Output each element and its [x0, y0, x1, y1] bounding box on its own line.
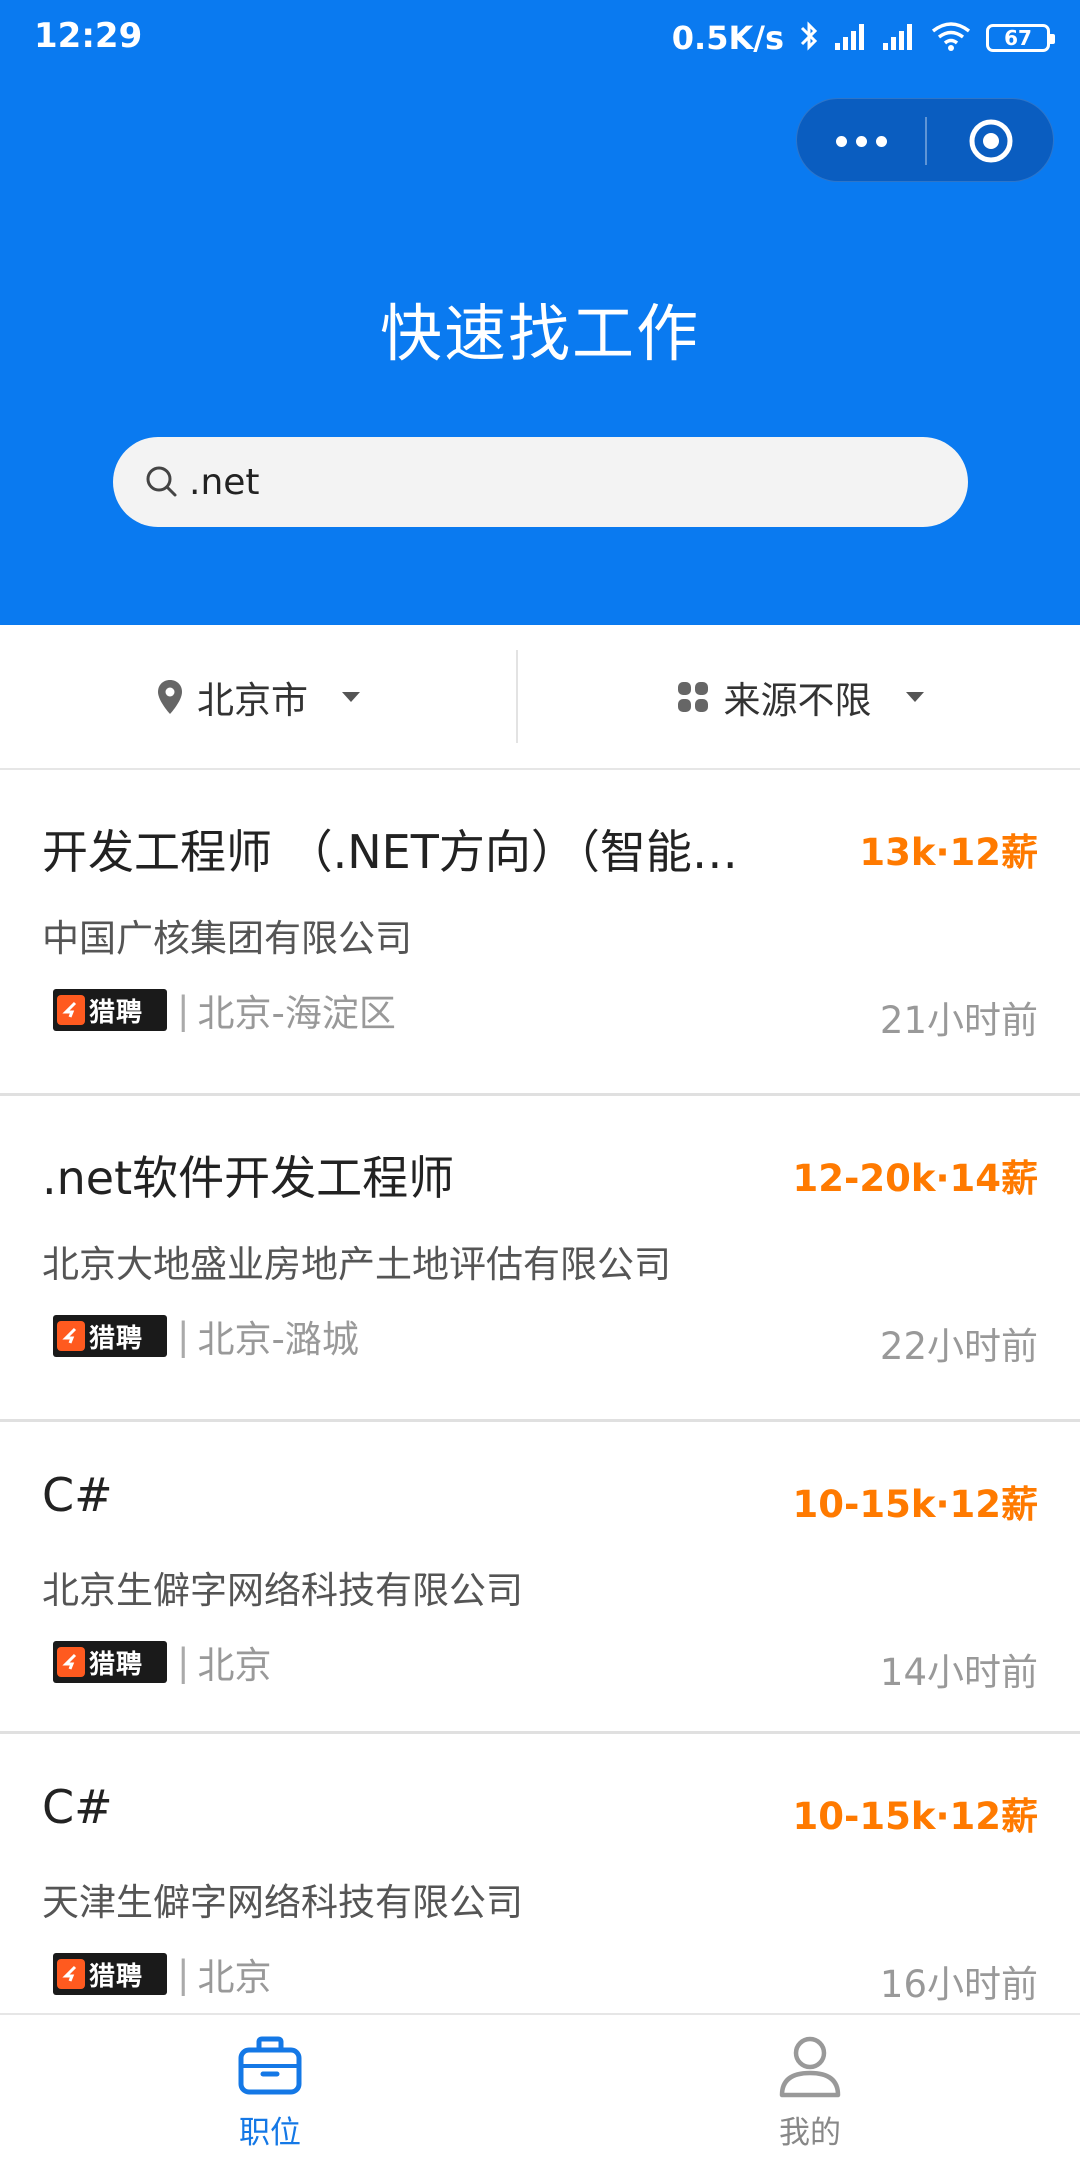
- liepin-logo-text: 猎聘: [89, 1323, 144, 1354]
- search-icon: [143, 463, 181, 501]
- job-title: C#: [42, 1468, 113, 1522]
- page-title: 快速找工作: [379, 297, 700, 370]
- liepin-logo-text: 猎聘: [89, 997, 144, 1028]
- tab-mine[interactable]: 我的: [540, 2015, 1080, 2162]
- job-company: 北京大地盛业房地产土地评估有限公司: [42, 1243, 671, 1286]
- liepin-logo: 猎聘: [53, 1641, 167, 1683]
- tab-jobs-label: 职位: [239, 2115, 301, 2151]
- status-bar: 12:29 0.5K/s 67: [0, 0, 1080, 75]
- net-speed: 0.5K/s: [671, 19, 784, 57]
- job-company: 中国广核集团有限公司: [42, 917, 412, 960]
- bluetooth-icon: [798, 19, 820, 57]
- city-filter-label: 北京市: [197, 678, 308, 722]
- target-close-icon[interactable]: [926, 99, 1055, 183]
- grid-icon: [676, 680, 710, 714]
- job-salary: 12-20k·14薪: [792, 1157, 1039, 1200]
- liepin-logo-icon: [57, 1321, 85, 1351]
- tab-bar: 职位 我的: [0, 2013, 1080, 2162]
- liepin-logo-icon: [57, 995, 85, 1025]
- job-salary: 10-15k·12薪: [792, 1795, 1039, 1838]
- job-time: 14小时前: [879, 1651, 1038, 1694]
- job-company: 北京生僻字网络科技有限公司: [42, 1569, 523, 1612]
- job-title: .net软件开发工程师: [42, 1151, 455, 1205]
- meta-separator: |: [177, 1640, 190, 1684]
- status-icons: 0.5K/s 67: [671, 16, 1055, 60]
- meta-separator: |: [177, 988, 190, 1032]
- job-card[interactable]: C# 10-15k·12薪 天津生僻字网络科技有限公司 猎聘 | 北京 16小时…: [0, 1734, 1080, 2013]
- job-card[interactable]: C# 10-15k·12薪 北京生僻字网络科技有限公司 猎聘 | 北京 14小时…: [0, 1422, 1080, 1734]
- job-location: 北京-潞城: [197, 1318, 359, 1361]
- chevron-down-icon: [342, 691, 360, 702]
- job-salary: 10-15k·12薪: [792, 1483, 1039, 1526]
- job-location: 北京-海淀区: [197, 992, 396, 1035]
- job-time: 16小时前: [879, 1963, 1038, 2006]
- job-card[interactable]: .net软件开发工程师 12-20k·14薪 北京大地盛业房地产土地评估有限公司…: [0, 1096, 1080, 1422]
- liepin-logo: 猎聘: [53, 1315, 167, 1357]
- job-salary: 13k·12薪: [859, 831, 1038, 874]
- meta-separator: |: [177, 1952, 190, 1996]
- job-location: 北京: [197, 1644, 272, 1687]
- filter-divider: [516, 650, 518, 743]
- filter-bar: 北京市 来源不限: [0, 625, 1080, 770]
- liepin-logo-icon: [57, 1647, 85, 1677]
- liepin-logo-text: 猎聘: [89, 1649, 144, 1680]
- status-time: 12:29: [34, 16, 143, 56]
- chevron-down-icon: [905, 691, 924, 702]
- user-icon: [777, 2033, 843, 2099]
- job-title: C#: [42, 1780, 113, 1834]
- header: 12:29 0.5K/s 67 快速找工作: [0, 0, 1080, 625]
- source-filter[interactable]: 来源不限: [519, 625, 1080, 768]
- battery-icon: 67: [986, 24, 1055, 52]
- liepin-logo: 猎聘: [53, 1953, 167, 1995]
- city-filter[interactable]: 北京市: [0, 625, 517, 768]
- briefcase-icon: [237, 2033, 303, 2099]
- tab-jobs[interactable]: 职位: [0, 2015, 540, 2162]
- job-card[interactable]: 开发工程师 （.NET方向）（智能化方向） 13k·12薪 中国广核集团有限公司…: [0, 770, 1080, 1096]
- job-location: 北京: [197, 1956, 272, 1999]
- job-company: 天津生僻字网络科技有限公司: [42, 1881, 523, 1924]
- job-meta: 猎聘 | 北京-潞城: [53, 1313, 359, 1361]
- job-meta: 猎聘 | 北京: [53, 1951, 271, 1999]
- job-time: 21小时前: [879, 999, 1038, 1042]
- job-title: 开发工程师 （.NET方向）（智能化方向）: [42, 825, 762, 879]
- miniprogram-capsule: [796, 98, 1054, 182]
- search-input[interactable]: [189, 437, 929, 527]
- more-dots-icon[interactable]: [797, 99, 926, 183]
- location-pin-icon: [157, 679, 183, 715]
- source-filter-label: 来源不限: [723, 678, 872, 722]
- meta-separator: |: [177, 1314, 190, 1358]
- liepin-logo: 猎聘: [53, 989, 167, 1031]
- liepin-logo-text: 猎聘: [89, 1961, 144, 1992]
- liepin-logo-icon: [57, 1959, 85, 1989]
- signal-icon-2: [882, 21, 916, 55]
- wifi-icon: [930, 20, 972, 56]
- job-meta: 猎聘 | 北京-海淀区: [53, 987, 396, 1035]
- tab-mine-label: 我的: [779, 2115, 841, 2151]
- job-meta: 猎聘 | 北京: [53, 1639, 271, 1687]
- signal-icon: [834, 21, 868, 55]
- job-time: 22小时前: [879, 1325, 1038, 1368]
- search-bar[interactable]: [113, 437, 968, 527]
